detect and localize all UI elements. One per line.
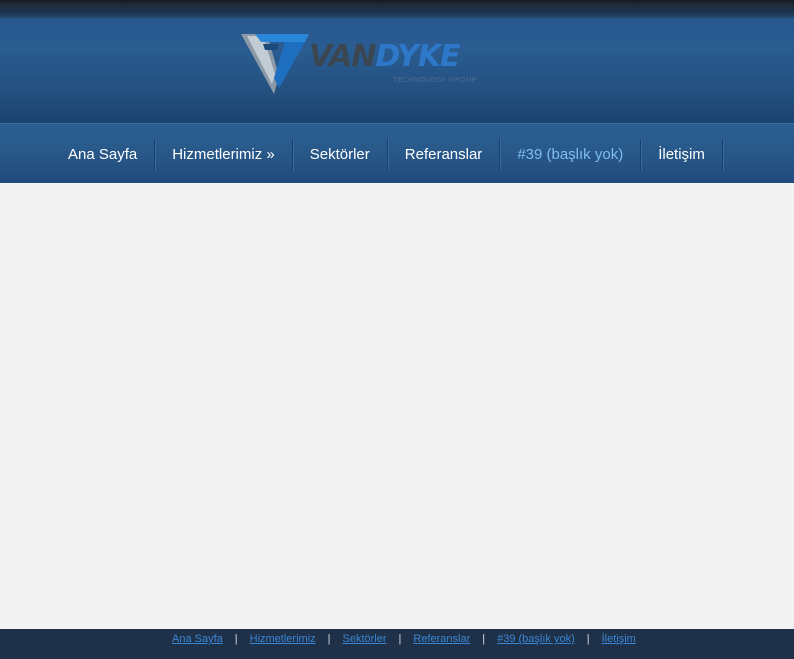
nav-item-baslik-yok[interactable]: #39 (başlık yok): [500, 139, 642, 171]
site-footer: Ana Sayfa | Hizmetlerimiz | Sektörler | …: [0, 629, 794, 659]
main-content: [0, 183, 794, 629]
nav-item-ana-sayfa[interactable]: Ana Sayfa: [51, 139, 156, 171]
footer-link-iletisim[interactable]: İletişim: [602, 632, 636, 646]
logo-tagline: TECHNOLOGY GROUP: [393, 76, 477, 84]
main-nav: Ana Sayfa Hizmetlerimiz » Sektörler Refe…: [0, 123, 794, 183]
logo-word-van: Van: [309, 39, 377, 74]
footer-link-baslik-yok[interactable]: #39 (başlık yok): [497, 632, 575, 646]
footer-separator: |: [398, 633, 402, 645]
footer-links: Ana Sayfa | Hizmetlerimiz | Sektörler | …: [172, 632, 636, 646]
nav-list: Ana Sayfa Hizmetlerimiz » Sektörler Refe…: [51, 139, 723, 171]
nav-item-hizmetlerimiz[interactable]: Hizmetlerimiz »: [155, 139, 293, 171]
top-bar: [0, 0, 794, 18]
footer-link-referanslar[interactable]: Referanslar: [413, 632, 470, 646]
footer-separator: |: [234, 633, 238, 645]
footer-separator: |: [586, 633, 590, 645]
logo-wordmark: VanDyke: [309, 39, 461, 74]
footer-link-sektorler[interactable]: Sektörler: [342, 632, 386, 646]
footer-separator: |: [327, 633, 331, 645]
nav-item-referanslar[interactable]: Referanslar: [388, 139, 501, 171]
footer-separator: |: [482, 633, 486, 645]
footer-link-hizmetlerimiz[interactable]: Hizmetlerimiz: [250, 632, 316, 646]
v-logo-icon: [241, 34, 309, 94]
nav-item-sektorler[interactable]: Sektörler: [293, 139, 388, 171]
nav-item-iletisim[interactable]: İletişim: [641, 139, 723, 171]
page: VanDyke TECHNOLOGY GROUP Ana Sayfa Hizme…: [0, 0, 794, 659]
site-logo[interactable]: VanDyke TECHNOLOGY GROUP: [241, 32, 505, 96]
footer-link-ana-sayfa[interactable]: Ana Sayfa: [172, 632, 223, 646]
logo-word-dyke: Dyke: [375, 39, 461, 74]
